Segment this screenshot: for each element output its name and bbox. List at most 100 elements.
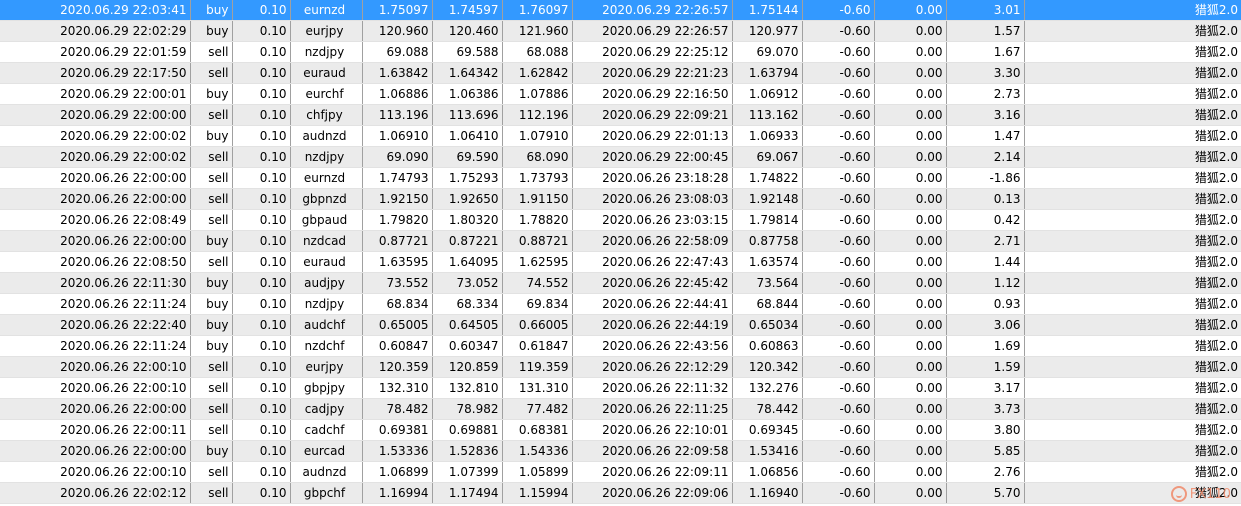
table-row[interactable]: 2020.06.26 22:00:00 buy 0.10 eurcad 1.53336 1… <box>0 440 1241 462</box>
cell-comment: 猎狐2.0 <box>1024 146 1241 168</box>
cell-comment: 猎狐2.0 <box>1024 83 1241 105</box>
cell-commission: -0.60 <box>802 20 875 42</box>
table-row[interactable]: 2020.06.29 22:00:02 sell 0.10 nzdjpy 69.090 6… <box>0 146 1241 168</box>
table-row[interactable]: 2020.06.26 22:08:49 sell 0.10 gbpaud 1.79820… <box>0 209 1241 231</box>
cell-take-profit: 0.66005 <box>502 314 573 336</box>
cell-close-price: 1.06912 <box>732 83 803 105</box>
cell-take-profit: 1.05899 <box>502 461 573 483</box>
cell-open-time: 2020.06.26 22:11:24 <box>0 335 191 357</box>
cell-comment: 猎狐2.0 <box>1024 62 1241 84</box>
cell-close-time: 2020.06.26 22:44:19 <box>572 314 733 336</box>
cell-open-price: 1.74793 <box>362 167 433 189</box>
cell-stop-loss: 78.982 <box>432 398 503 420</box>
cell-open-time: 2020.06.29 22:02:29 <box>0 20 191 42</box>
cell-volume: 0.10 <box>232 83 291 105</box>
cell-type: sell <box>190 188 233 210</box>
table-row[interactable]: 2020.06.26 22:00:00 buy 0.10 nzdcad 0.87721 0… <box>0 230 1241 252</box>
table-row[interactable]: 2020.06.26 22:00:00 sell 0.10 cadjpy 78.482 7… <box>0 398 1241 420</box>
cell-commission: -0.60 <box>802 62 875 84</box>
cell-type: sell <box>190 482 233 504</box>
cell-close-price: 0.60863 <box>732 335 803 357</box>
table-row[interactable]: 2020.06.29 22:00:00 sell 0.10 chfjpy 113.196… <box>0 104 1241 126</box>
cell-type: buy <box>190 0 233 21</box>
cell-open-time: 2020.06.29 22:17:50 <box>0 62 191 84</box>
cell-symbol: eurjpy <box>290 356 363 378</box>
cell-commission: -0.60 <box>802 272 875 294</box>
cell-symbol: gbpchf <box>290 482 363 504</box>
table-row[interactable]: 2020.06.29 22:00:02 buy 0.10 audnzd 1.06910 1… <box>0 125 1241 147</box>
cell-comment: 猎狐2.0 <box>1024 209 1241 231</box>
cell-take-profit: 1.78820 <box>502 209 573 231</box>
table-row[interactable]: 2020.06.26 22:02:12 sell 0.10 gbpchf 1.16994… <box>0 482 1241 504</box>
cell-open-time: 2020.06.26 22:00:00 <box>0 440 191 462</box>
cell-commission: -0.60 <box>802 335 875 357</box>
table-row[interactable]: 2020.06.29 22:17:50 sell 0.10 euraud 1.63842… <box>0 62 1241 84</box>
cell-volume: 0.10 <box>232 293 291 315</box>
cell-commission: -0.60 <box>802 104 875 126</box>
table-row[interactable]: 2020.06.29 22:03:41 buy 0.10 eurnzd 1.75097 1… <box>0 0 1241 21</box>
table-row[interactable]: 2020.06.29 22:02:29 buy 0.10 eurjpy 120.960 1… <box>0 20 1241 42</box>
cell-profit: 2.14 <box>946 146 1025 168</box>
cell-commission: -0.60 <box>802 356 875 378</box>
cell-swap: 0.00 <box>874 0 947 21</box>
cell-open-price: 1.06910 <box>362 125 433 147</box>
table-row[interactable]: 2020.06.26 22:11:30 buy 0.10 audjpy 73.552 73… <box>0 272 1241 294</box>
cell-open-time: 2020.06.29 22:00:02 <box>0 125 191 147</box>
cell-swap: 0.00 <box>874 314 947 336</box>
cell-commission: -0.60 <box>802 419 875 441</box>
cell-type: buy <box>190 230 233 252</box>
cell-comment: 猎狐2.0 <box>1024 398 1241 420</box>
cell-open-price: 1.75097 <box>362 0 433 21</box>
cell-open-time: 2020.06.26 22:00:00 <box>0 230 191 252</box>
cell-commission: -0.60 <box>802 461 875 483</box>
cell-swap: 0.00 <box>874 83 947 105</box>
cell-symbol: eurchf <box>290 83 363 105</box>
cell-open-price: 0.69381 <box>362 419 433 441</box>
table-row[interactable]: 2020.06.26 22:08:50 sell 0.10 euraud 1.63595… <box>0 251 1241 273</box>
table-row[interactable]: 2020.06.26 22:11:24 buy 0.10 nzdchf 0.60847 0… <box>0 335 1241 357</box>
cell-take-profit: 68.090 <box>502 146 573 168</box>
table-row[interactable]: 2020.06.26 22:00:10 sell 0.10 audnzd 1.06899… <box>0 461 1241 483</box>
cell-commission: -0.60 <box>802 293 875 315</box>
table-row[interactable]: 2020.06.26 22:00:00 sell 0.10 eurnzd 1.74793… <box>0 167 1241 189</box>
cell-close-time: 2020.06.26 23:08:03 <box>572 188 733 210</box>
table-row[interactable]: 2020.06.26 22:22:40 buy 0.10 audchf 0.65005 0… <box>0 314 1241 336</box>
table-row[interactable]: 2020.06.26 22:00:10 sell 0.10 eurjpy 120.359… <box>0 356 1241 378</box>
cell-take-profit: 112.196 <box>502 104 573 126</box>
cell-open-time: 2020.06.29 22:00:01 <box>0 83 191 105</box>
cell-profit: 1.44 <box>946 251 1025 273</box>
cell-profit: 3.30 <box>946 62 1025 84</box>
cell-close-price: 1.63794 <box>732 62 803 84</box>
cell-close-time: 2020.06.26 22:47:43 <box>572 251 733 273</box>
cell-take-profit: 0.61847 <box>502 335 573 357</box>
cell-open-price: 1.53336 <box>362 440 433 462</box>
cell-symbol: nzdchf <box>290 335 363 357</box>
cell-profit: 0.93 <box>946 293 1025 315</box>
cell-commission: -0.60 <box>802 188 875 210</box>
cell-open-time: 2020.06.26 22:02:12 <box>0 482 191 504</box>
table-row[interactable]: 2020.06.26 22:00:00 sell 0.10 gbpnzd 1.92150… <box>0 188 1241 210</box>
cell-close-time: 2020.06.26 22:12:29 <box>572 356 733 378</box>
cell-type: sell <box>190 41 233 63</box>
cell-profit: 1.47 <box>946 125 1025 147</box>
cell-open-time: 2020.06.29 22:00:02 <box>0 146 191 168</box>
fxbook-logo-icon <box>1170 486 1187 502</box>
cell-volume: 0.10 <box>232 335 291 357</box>
cell-type: sell <box>190 251 233 273</box>
table-row[interactable]: 2020.06.29 22:00:01 buy 0.10 eurchf 1.06886 1… <box>0 83 1241 105</box>
cell-swap: 0.00 <box>874 209 947 231</box>
table-row[interactable]: 2020.06.26 22:00:10 sell 0.10 gbpjpy 132.310… <box>0 377 1241 399</box>
cell-profit: 2.76 <box>946 461 1025 483</box>
cell-commission: -0.60 <box>802 251 875 273</box>
cell-swap: 0.00 <box>874 188 947 210</box>
cell-open-time: 2020.06.26 22:08:50 <box>0 251 191 273</box>
cell-close-price: 69.070 <box>732 41 803 63</box>
table-row[interactable]: 2020.06.26 22:11:24 buy 0.10 nzdjpy 68.834 68… <box>0 293 1241 315</box>
cell-comment: 猎狐2.0 <box>1024 251 1241 273</box>
cell-open-time: 2020.06.26 22:00:00 <box>0 167 191 189</box>
cell-type: buy <box>190 272 233 294</box>
watermark: FX110 <box>1170 486 1231 502</box>
table-row[interactable]: 2020.06.29 22:01:59 sell 0.10 nzdjpy 69.088 6… <box>0 41 1241 63</box>
cell-take-profit: 131.310 <box>502 377 573 399</box>
table-row[interactable]: 2020.06.26 22:00:11 sell 0.10 cadchf 0.69381… <box>0 419 1241 441</box>
